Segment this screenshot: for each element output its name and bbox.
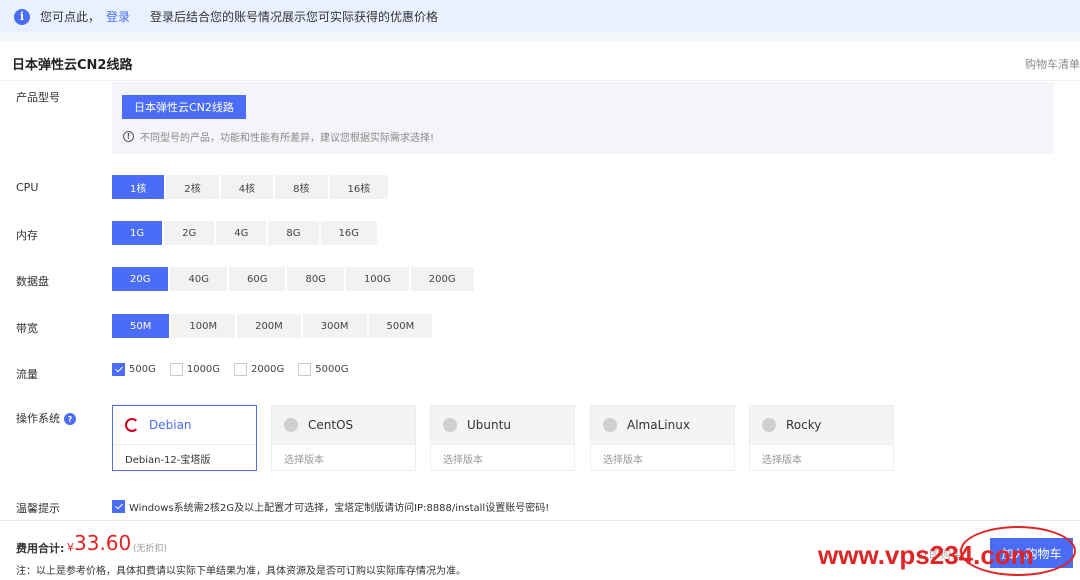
traffic-checkbox[interactable]: 500G xyxy=(112,363,156,376)
cpu-option[interactable]: 8核 xyxy=(275,175,328,199)
divider xyxy=(0,33,1080,41)
os-card-centos[interactable]: CentOS 选择版本 xyxy=(271,405,416,471)
hint-label: 温馨提示 xyxy=(16,502,60,515)
os-version-select[interactable]: 选择版本 xyxy=(750,444,893,471)
bandwidth-label: 带宽 xyxy=(16,322,38,335)
cpu-label: CPU xyxy=(16,181,39,194)
notice-message: 登录后结合您的账号情况展示您可实际获得的优惠价格 xyxy=(150,10,439,24)
traffic-label: 流量 xyxy=(16,368,38,381)
ubuntu-icon xyxy=(443,418,457,432)
os-version-select[interactable]: 选择版本 xyxy=(431,444,574,471)
notice-prefix: 您可点此， xyxy=(40,10,101,24)
cpu-option[interactable]: 2核 xyxy=(166,175,219,199)
price-currency: ¥ xyxy=(67,541,74,554)
os-name: Debian xyxy=(149,418,192,432)
product-model-tip: ! 不同型号的产品，功能和性能有所差异，建议您根据实际需求选择! xyxy=(123,129,434,144)
bandwidth-options: 50M 100M 200M 300M 500M xyxy=(112,314,433,338)
os-version-select[interactable]: 选择版本 xyxy=(272,444,415,471)
os-card-almalinux[interactable]: AlmaLinux 选择版本 xyxy=(590,405,735,471)
page-title: 日本弹性云CN2线路 xyxy=(12,58,133,73)
traffic-option-label: 500G xyxy=(129,364,156,375)
product-model-panel: 日本弹性云CN2线路 ! 不同型号的产品，功能和性能有所差异，建议您根据实际需求… xyxy=(112,82,1054,154)
memory-option[interactable]: 8G xyxy=(268,221,319,245)
disk-option[interactable]: 40G xyxy=(170,267,227,291)
question-icon[interactable]: ? xyxy=(64,413,76,425)
memory-option[interactable]: 4G xyxy=(216,221,267,245)
checkbox-icon[interactable] xyxy=(234,363,248,376)
memory-options: 1G 2G 4G 8G 16G xyxy=(112,221,377,245)
disk-option[interactable]: 60G xyxy=(228,267,286,291)
memory-label: 内存 xyxy=(16,229,38,242)
traffic-option-label: 1000G xyxy=(186,364,221,375)
product-model-option[interactable]: 日本弹性云CN2线路 xyxy=(122,95,246,119)
almalinux-icon xyxy=(603,418,617,432)
notice-bar: i 您可点此， 登录 登录后结合您的账号情况展示您可实际获得的优惠价格 xyxy=(0,0,1080,33)
traffic-checkbox[interactable]: 2000G xyxy=(234,363,284,376)
disk-option[interactable]: 200G xyxy=(410,267,474,291)
os-card-debian[interactable]: Debian Debian-12-宝塔版 xyxy=(112,405,257,471)
memory-option[interactable]: 1G xyxy=(112,221,163,245)
os-version-select[interactable]: 选择版本 xyxy=(591,444,734,471)
info-icon: ! xyxy=(123,131,134,142)
cpu-option[interactable]: 16核 xyxy=(329,175,389,199)
checkbox-icon[interactable] xyxy=(112,363,125,376)
bandwidth-option[interactable]: 200M xyxy=(237,314,301,338)
hint-text: Windows系统需2核2G及以上配置才可选择，宝塔定制版请访问IP:8888/… xyxy=(129,503,550,514)
divider xyxy=(0,80,1080,81)
disk-options: 20G 40G 60G 80G 100G 200G xyxy=(112,267,474,291)
cpu-options: 1核 2核 4核 8核 16核 xyxy=(112,175,389,199)
disk-option[interactable]: 100G xyxy=(345,267,409,291)
price-note: (无折扣) xyxy=(133,544,168,554)
os-card-ubuntu[interactable]: Ubuntu 选择版本 xyxy=(430,405,575,471)
watermark: www.vps234.com xyxy=(818,540,1034,570)
traffic-checkbox[interactable]: 1000G xyxy=(169,363,221,376)
disk-label: 数据盘 xyxy=(16,275,49,288)
os-name: CentOS xyxy=(308,418,354,432)
bandwidth-option[interactable]: 50M xyxy=(112,314,170,338)
traffic-option-label: 2000G xyxy=(251,364,285,375)
price-value: 33.60 xyxy=(74,531,132,555)
cpu-option[interactable]: 4核 xyxy=(220,175,274,199)
os-name: AlmaLinux xyxy=(627,418,690,432)
traffic-checkbox[interactable]: 5000G xyxy=(298,363,348,376)
memory-option[interactable]: 16G xyxy=(320,221,377,245)
login-link[interactable]: 登录 xyxy=(106,8,130,25)
checkbox-icon[interactable] xyxy=(298,363,312,376)
os-name: Ubuntu xyxy=(467,418,511,432)
memory-option[interactable]: 2G xyxy=(164,221,215,245)
bandwidth-option[interactable]: 300M xyxy=(302,314,367,338)
traffic-option-label: 5000G xyxy=(315,364,349,375)
os-label: 操作系统? xyxy=(16,410,76,426)
os-card-rocky[interactable]: Rocky 选择版本 xyxy=(749,405,894,471)
traffic-options: 500G 1000G 2000G 5000G xyxy=(112,363,362,376)
bandwidth-option[interactable]: 100M xyxy=(171,314,236,338)
rocky-icon xyxy=(762,418,776,432)
disk-option[interactable]: 20G xyxy=(112,267,169,291)
debian-icon xyxy=(125,418,139,432)
os-version-select[interactable]: Debian-12-宝塔版 xyxy=(113,444,256,471)
hint-row: Windows系统需2核2G及以上配置才可选择，宝塔定制版请访问IP:8888/… xyxy=(112,499,549,514)
cart-link[interactable]: 购物车清单 xyxy=(1025,56,1080,72)
divider xyxy=(0,520,1080,521)
centos-icon xyxy=(284,418,298,432)
footnote: 注：以上是参考价格，具体扣费请以实际下单结果为准，具体资源及是否可订购以实际库存… xyxy=(16,566,466,577)
checkbox-icon[interactable] xyxy=(112,500,125,513)
bandwidth-option[interactable]: 500M xyxy=(368,314,433,338)
info-icon: i xyxy=(14,8,30,25)
os-label-text: 操作系统 xyxy=(16,412,60,425)
product-model-tip-text: 不同型号的产品，功能和性能有所差异，建议您根据实际需求选择! xyxy=(140,133,435,144)
os-name: Rocky xyxy=(786,418,822,432)
price-label: 费用合计: xyxy=(16,542,65,555)
product-model-label: 产品型号 xyxy=(16,91,60,104)
checkbox-icon[interactable] xyxy=(169,363,183,376)
cpu-option[interactable]: 1核 xyxy=(112,175,165,199)
disk-option[interactable]: 80G xyxy=(287,267,344,291)
